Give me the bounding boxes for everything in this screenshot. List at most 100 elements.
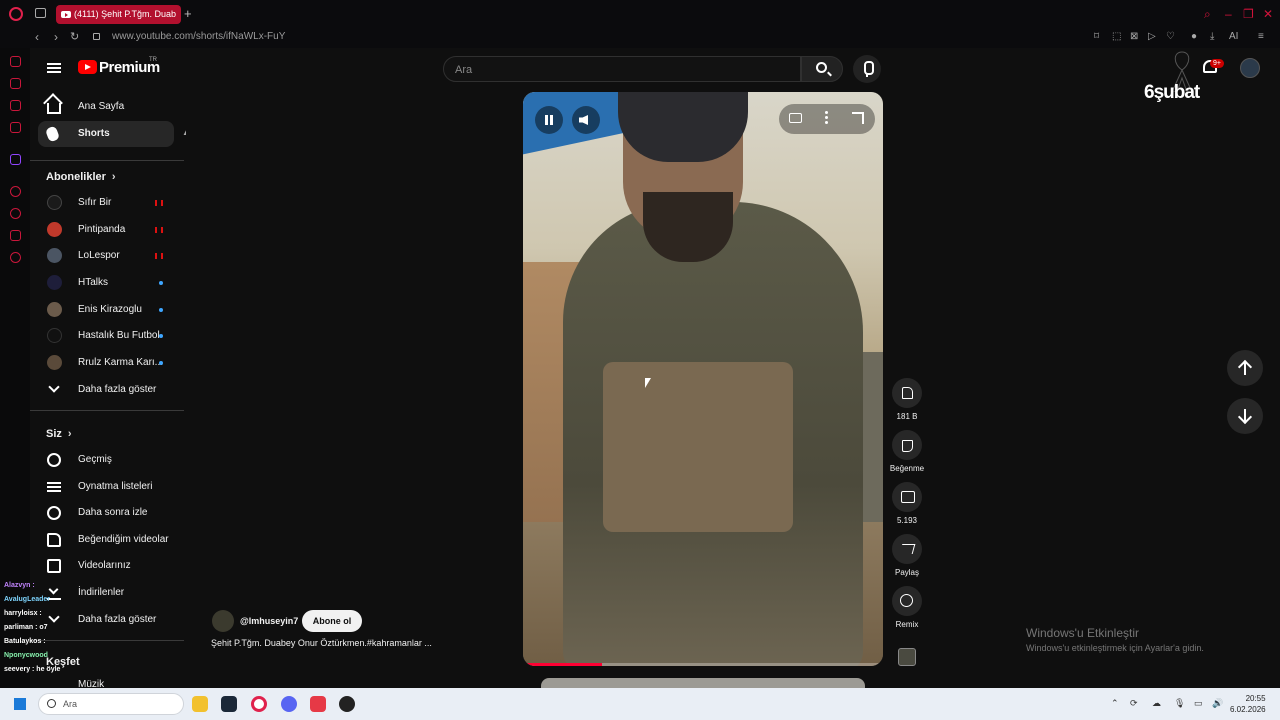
github-icon[interactable] (339, 696, 355, 712)
share-button[interactable] (892, 534, 922, 564)
adblock-icon[interactable]: ⊠ (1130, 31, 1138, 42)
heart-icon[interactable]: ♡ (1166, 31, 1175, 42)
pause-button[interactable] (535, 106, 563, 134)
messenger-icon[interactable] (10, 100, 21, 111)
aria-ai-button[interactable]: AI (1229, 31, 1238, 42)
sidebar-item-history[interactable]: Geçmiş (38, 447, 174, 473)
share-label: Paylaş (894, 568, 919, 577)
extensions-icon[interactable] (10, 230, 21, 241)
previous-short-button[interactable] (1227, 350, 1263, 386)
next-short-button[interactable] (1227, 398, 1263, 434)
sidebar-scroll-up-icon[interactable]: ▲ (182, 128, 186, 137)
opera-taskbar-icon[interactable] (251, 696, 267, 712)
browser-tab-active[interactable]: (4111) Şehit P.Tğm. Duab (56, 5, 181, 24)
subscription-item[interactable]: Pintipanda (38, 217, 174, 243)
shorts-video-player[interactable] (523, 92, 883, 666)
back-button[interactable]: ‹ (35, 30, 39, 44)
search-tabs-icon[interactable]: ⌕ (1204, 7, 1211, 22)
subscription-item[interactable]: Enis Kirazoglu (38, 297, 174, 323)
windows-start-icon[interactable] (14, 698, 26, 710)
taskbar-clock[interactable]: 20:55 6.02.2026 (1230, 693, 1266, 715)
volume-button[interactable] (572, 106, 600, 134)
bookmark-icon[interactable]: ⌑ (1094, 31, 1099, 42)
remix-button[interactable] (892, 586, 922, 616)
sound-thumbnail[interactable] (898, 648, 916, 666)
channel-avatar[interactable] (212, 610, 234, 632)
reload-button[interactable]: ↻ (70, 30, 79, 43)
instagram-icon[interactable] (10, 122, 21, 133)
subscription-item[interactable]: Rrulz Karma Karı... (38, 350, 174, 376)
channel-handle[interactable]: @lmhuseyin7 (240, 616, 298, 626)
youtube-page: Premium TR Ara 6şubat 9+ ▲ Ana Sayfa Sho… (30, 48, 1280, 688)
menu-hamburger-icon[interactable] (47, 63, 61, 73)
remix-label: Remix (895, 620, 919, 629)
subscribe-button[interactable]: Abone ol (302, 610, 362, 632)
search-input[interactable]: Ara (443, 56, 801, 82)
youtube-logo-icon[interactable] (78, 60, 97, 74)
restore-button[interactable]: ❐ (1243, 7, 1254, 21)
twitch-icon[interactable] (10, 154, 21, 165)
tab-overview-icon[interactable] (35, 8, 46, 18)
tray-sync-icon[interactable]: ⟳ (1130, 698, 1138, 709)
sidebar-item-playlists[interactable]: Oynatma listeleri (38, 474, 174, 500)
voice-search-button[interactable] (853, 55, 881, 83)
chevron-right-icon: › (111, 171, 116, 183)
tray-display-icon[interactable]: ▭ (1194, 698, 1203, 709)
snapshot-icon[interactable]: ⬚ (1112, 31, 1121, 42)
new-tab-button[interactable]: + (184, 6, 192, 21)
crypto-wallet-icon[interactable] (10, 78, 21, 89)
new-content-dot (159, 334, 163, 338)
subscriptions-heading[interactable]: Abonelikler › (46, 171, 116, 183)
player-icon[interactable]: ▷ (1148, 31, 1156, 42)
discord-icon[interactable] (281, 696, 297, 712)
taskbar-search-input[interactable]: Ara (38, 693, 184, 715)
player-sidebar-icon[interactable] (10, 186, 21, 197)
chat-line: parliman : o7 (4, 624, 48, 631)
file-explorer-icon[interactable] (192, 696, 208, 712)
search-button[interactable] (801, 56, 843, 82)
lightning-app-icon[interactable] (310, 696, 326, 712)
dislike-button[interactable] (892, 430, 922, 460)
menu-icon[interactable]: ≡ (1258, 31, 1264, 42)
windows-taskbar: Ara ⌃ ⟳ ☁ 🎙 ▭ 🔊 20:55 6.02.2026 (0, 688, 1280, 720)
settings-icon[interactable] (10, 252, 21, 263)
tray-volume-icon[interactable]: 🔊 (1212, 698, 1223, 709)
subscription-item[interactable]: HTalks (38, 270, 174, 296)
video-progress-bar[interactable] (523, 663, 883, 666)
tray-cloud-icon[interactable]: ☁ (1152, 698, 1161, 709)
opera-logo-icon[interactable] (9, 7, 23, 21)
comments-button[interactable] (892, 482, 922, 512)
lock-icon (93, 33, 100, 40)
sidebar-item-home[interactable]: Ana Sayfa (38, 94, 174, 120)
sidebar-item-watch-later[interactable]: Daha sonra izle (38, 500, 174, 526)
fullscreen-icon[interactable] (852, 112, 864, 124)
account-avatar[interactable] (1240, 58, 1260, 78)
profile-icon[interactable]: ● (1191, 31, 1197, 42)
next-short-preview[interactable] (541, 678, 865, 688)
short-title[interactable]: Şehit P.Tğm. Duabey Onur Öztürkmen.#kahr… (211, 638, 432, 648)
minimize-button[interactable]: – (1225, 7, 1232, 21)
forward-button[interactable]: › (54, 30, 58, 44)
dislike-action: Beğenme (890, 430, 924, 473)
download-browser-icon[interactable]: ⤓ (1210, 31, 1214, 42)
subscription-item[interactable]: LoLespor (38, 243, 174, 269)
tray-mic-icon[interactable]: 🎙 (1174, 698, 1185, 709)
like-button[interactable] (892, 378, 922, 408)
sidebar-item-label: Shorts (78, 128, 110, 139)
you-heading[interactable]: Siz › (46, 428, 72, 440)
close-window-button[interactable]: ✕ (1263, 7, 1273, 21)
subscription-item[interactable]: Sıfır Bir (38, 190, 174, 216)
sidebar-item-shorts[interactable]: Shorts (38, 121, 174, 147)
sidebar-item-liked-videos[interactable]: Beğendiğim videolar (38, 527, 174, 553)
more-options-icon[interactable] (825, 111, 828, 114)
show-more-subscriptions[interactable]: Daha fazla göster (38, 377, 174, 403)
captions-icon[interactable] (789, 113, 802, 123)
subscription-item[interactable]: Hastalık Bu Futbol (38, 323, 174, 349)
sidebar-item-label: Geçmiş (78, 454, 112, 465)
history-sidebar-icon[interactable] (10, 208, 21, 219)
aria-icon[interactable] (10, 56, 21, 67)
steam-icon[interactable] (221, 696, 237, 712)
tray-overflow-icon[interactable]: ⌃ (1111, 698, 1119, 709)
url-field[interactable]: www.youtube.com/shorts/ifNaWLx-FuY (112, 31, 285, 42)
windows-activation-watermark: Windows'u Etkinleştir Windows'u etkinleş… (1026, 626, 1204, 653)
